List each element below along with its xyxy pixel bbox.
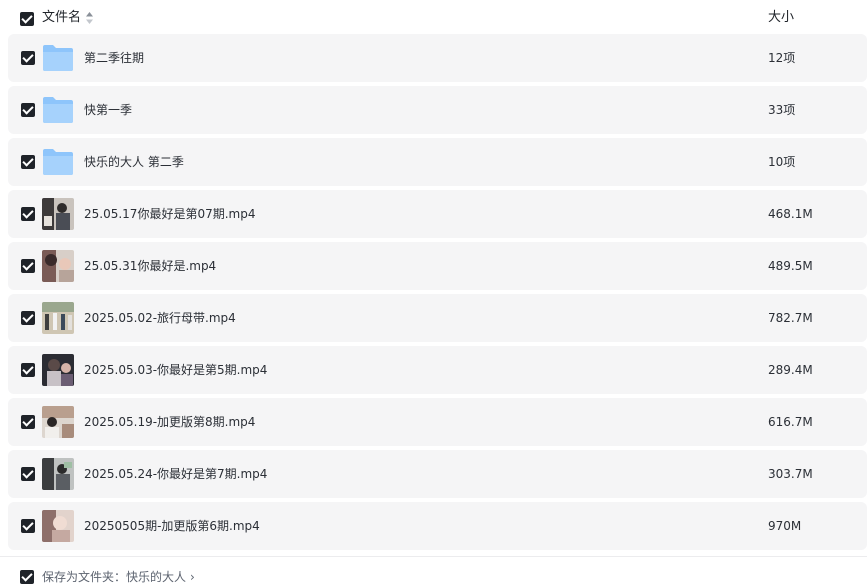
file-size: 970M bbox=[768, 519, 802, 533]
file-size: 489.5M bbox=[768, 259, 813, 273]
file-row-video[interactable]: 2025.05.02-旅行母带.mp4 782.7M bbox=[8, 294, 867, 342]
row-checkbox[interactable] bbox=[21, 103, 35, 117]
row-checkbox[interactable] bbox=[21, 207, 35, 221]
video-thumbnail bbox=[42, 198, 74, 230]
file-name: 2025.05.03-你最好是第5期.mp4 bbox=[84, 363, 268, 377]
file-row-video[interactable]: 2025.05.19-加更版第8期.mp4 616.7M bbox=[8, 398, 867, 446]
video-thumbnail bbox=[42, 510, 74, 542]
file-list: 第二季往期 12项 快第一季 33项 快乐的大人 第二季 10项 25.05.1… bbox=[8, 34, 867, 554]
video-thumbnail bbox=[42, 302, 74, 334]
column-header-name[interactable]: 文件名 bbox=[42, 9, 81, 27]
file-name: 快第一季 bbox=[84, 103, 133, 117]
file-name: 2025.05.24-你最好是第7期.mp4 bbox=[84, 467, 268, 481]
file-row-video[interactable]: 25.05.17你最好是第07期.mp4 468.1M bbox=[8, 190, 867, 238]
row-checkbox[interactable] bbox=[21, 259, 35, 273]
file-row-video[interactable]: 2025.05.03-你最好是第5期.mp4 289.4M bbox=[8, 346, 867, 394]
row-checkbox[interactable] bbox=[21, 311, 35, 325]
chevron-right-icon[interactable]: › bbox=[190, 568, 195, 586]
file-size: 289.4M bbox=[768, 363, 813, 377]
row-checkbox[interactable] bbox=[21, 415, 35, 429]
row-checkbox[interactable] bbox=[21, 519, 35, 533]
folder-icon bbox=[43, 97, 73, 123]
file-name: 2025.05.19-加更版第8期.mp4 bbox=[84, 415, 256, 429]
file-row-video[interactable]: 25.05.31你最好是.mp4 489.5M bbox=[8, 242, 867, 290]
folder-icon bbox=[43, 45, 73, 71]
row-checkbox[interactable] bbox=[21, 51, 35, 65]
file-size: 468.1M bbox=[768, 207, 813, 221]
save-as-folder-label[interactable]: 保存为文件夹：快乐的大人 bbox=[42, 568, 186, 586]
save-as-folder-bar: 保存为文件夹：快乐的大人 › bbox=[0, 556, 867, 587]
file-size: 616.7M bbox=[768, 415, 813, 429]
sort-icon[interactable] bbox=[86, 12, 93, 24]
file-size: 782.7M bbox=[768, 311, 813, 325]
file-row-folder[interactable]: 快第一季 33项 bbox=[8, 86, 867, 134]
file-save-dialog: 文件名 大小 第二季往期 12项 快第一季 33项 快乐的大人 第二季 10项 … bbox=[0, 0, 867, 587]
folder-icon bbox=[43, 149, 73, 175]
row-checkbox[interactable] bbox=[21, 363, 35, 377]
select-all-checkbox[interactable] bbox=[20, 12, 34, 26]
file-name: 快乐的大人 第二季 bbox=[84, 155, 184, 169]
file-row-video[interactable]: 20250505期-加更版第6期.mp4 970M bbox=[8, 502, 867, 550]
video-thumbnail bbox=[42, 458, 74, 490]
video-thumbnail bbox=[42, 250, 74, 282]
file-name: 25.05.31你最好是.mp4 bbox=[84, 259, 217, 273]
file-size: 10项 bbox=[768, 155, 796, 169]
file-size: 303.7M bbox=[768, 467, 813, 481]
file-name: 第二季往期 bbox=[84, 51, 145, 65]
file-size: 12项 bbox=[768, 51, 796, 65]
row-checkbox[interactable] bbox=[21, 155, 35, 169]
save-as-folder-checkbox[interactable] bbox=[20, 570, 34, 584]
file-row-folder[interactable]: 快乐的大人 第二季 10项 bbox=[8, 138, 867, 186]
video-thumbnail bbox=[42, 354, 74, 386]
file-name: 2025.05.02-旅行母带.mp4 bbox=[84, 311, 236, 325]
file-row-video[interactable]: 2025.05.24-你最好是第7期.mp4 303.7M bbox=[8, 450, 867, 498]
file-row-folder[interactable]: 第二季往期 12项 bbox=[8, 34, 867, 82]
file-size: 33项 bbox=[768, 103, 796, 117]
file-name: 20250505期-加更版第6期.mp4 bbox=[84, 519, 260, 533]
column-header-size: 大小 bbox=[768, 10, 795, 25]
video-thumbnail bbox=[42, 406, 74, 438]
file-list-header: 文件名 大小 bbox=[0, 0, 867, 34]
row-checkbox[interactable] bbox=[21, 467, 35, 481]
file-name: 25.05.17你最好是第07期.mp4 bbox=[84, 207, 256, 221]
